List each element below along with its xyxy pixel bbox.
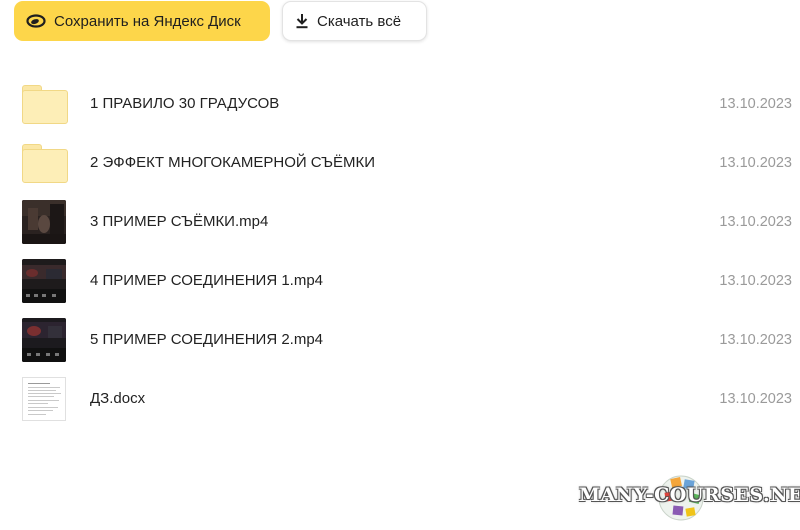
- file-date: 13.10.2023: [719, 95, 792, 112]
- watermark: MANY-COURSES.NET: [575, 472, 800, 524]
- file-name: 5 ПРИМЕР СОЕДИНЕНИЯ 2.mp4: [90, 331, 324, 348]
- file-name: ДЗ.docx: [90, 390, 146, 407]
- folder-icon: [22, 82, 68, 126]
- file-name: 3 ПРИМЕР СЪЁМКИ.mp4: [90, 213, 269, 230]
- yandex-disk-icon: [26, 14, 46, 28]
- file-date: 13.10.2023: [719, 331, 792, 348]
- toolbar: Сохранить на Яндекс Диск Скачать всё: [14, 1, 427, 41]
- file-name: 4 ПРИМЕР СОЕДИНЕНИЯ 1.mp4: [90, 272, 324, 289]
- save-button-label: Сохранить на Яндекс Диск: [54, 12, 241, 30]
- folder-icon: [22, 141, 68, 185]
- file-row-document[interactable]: ДЗ.docx 13.10.2023: [0, 369, 800, 428]
- file-row-folder-1[interactable]: 1 ПРАВИЛО 30 ГРАДУСОВ 13.10.2023: [0, 74, 800, 133]
- public-folder-page: Сохранить на Яндекс Диск Скачать всё 1 П…: [0, 0, 800, 530]
- video-thumbnail: [22, 317, 66, 362]
- file-row-video-3[interactable]: 5 ПРИМЕР СОЕДИНЕНИЯ 2.mp4 13.10.2023: [0, 310, 800, 369]
- file-row-video-1[interactable]: 3 ПРИМЕР СЪЁМКИ.mp4 13.10.2023: [0, 192, 800, 251]
- save-to-yandex-disk-button[interactable]: Сохранить на Яндекс Диск: [14, 1, 270, 41]
- download-icon: [295, 13, 309, 29]
- video-thumbnail: [22, 258, 66, 303]
- download-all-button[interactable]: Скачать всё: [282, 1, 427, 41]
- file-name: 2 ЭФФЕКТ МНОГОКАМЕРНОЙ СЪЁМКИ: [90, 154, 376, 171]
- video-thumbnail: [22, 199, 66, 244]
- file-name: 1 ПРАВИЛО 30 ГРАДУСОВ: [90, 95, 280, 112]
- file-row-video-2[interactable]: 4 ПРИМЕР СОЕДИНЕНИЯ 1.mp4 13.10.2023: [0, 251, 800, 310]
- file-date: 13.10.2023: [719, 390, 792, 407]
- file-date: 13.10.2023: [719, 154, 792, 171]
- download-button-label: Скачать всё: [317, 12, 402, 30]
- file-row-folder-2[interactable]: 2 ЭФФЕКТ МНОГОКАМЕРНОЙ СЪЁМКИ 13.10.2023: [0, 133, 800, 192]
- file-date: 13.10.2023: [719, 213, 792, 230]
- document-thumbnail: [22, 376, 66, 421]
- watermark-text: MANY-COURSES.NET: [579, 484, 800, 506]
- file-date: 13.10.2023: [719, 272, 792, 289]
